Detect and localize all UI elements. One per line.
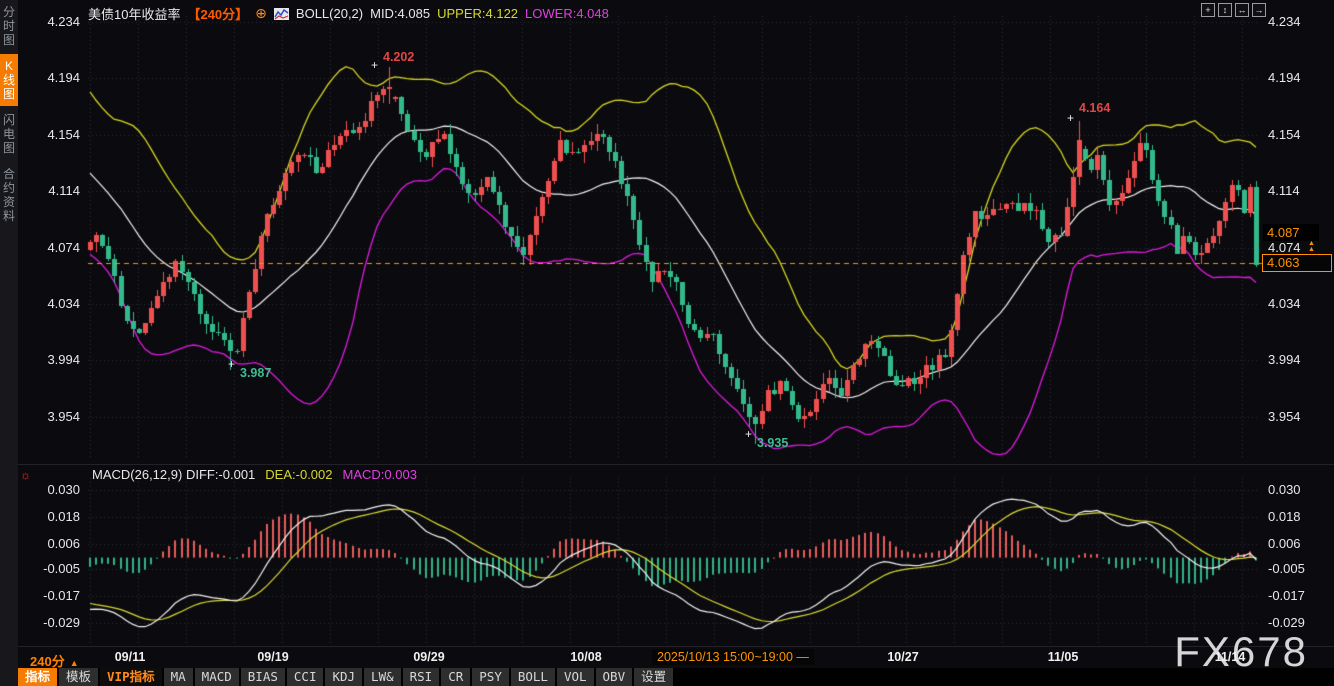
toolbar-item-9[interactable]: RSI [403, 668, 440, 686]
highlighted-datetime-label: 2025/10/13 15:00~19:00 — [652, 649, 814, 665]
sidebar-tab-1[interactable]: K线图 [0, 54, 18, 106]
trading-app: 分时图 K线图闪电图合约资料 美债10年收益率 【240分】 ⊕ BOLL(20,… [0, 0, 1334, 686]
price-axis-label: 4.114 [22, 183, 80, 198]
date-axis-label: 09/19 [257, 650, 288, 664]
toolbar-item-8[interactable]: LW& [364, 668, 401, 686]
sidebar-tab-2[interactable]: 闪电图 [0, 108, 18, 160]
price-chart-canvas[interactable] [0, 0, 1334, 686]
extreme-cross-icon: + [228, 357, 235, 371]
toolbar-item-10[interactable]: CR [441, 668, 470, 686]
price-axis-label: 3.954 [1268, 409, 1326, 424]
price-axis-label: 3.954 [22, 409, 80, 424]
date-axis-label: 10/08 [570, 650, 601, 664]
price-axis-label: 4.154 [22, 127, 80, 142]
price-axis-label: 4.034 [1268, 296, 1326, 311]
chevron-up-icon: ▲ [70, 658, 79, 668]
macd-axis-label: -0.005 [22, 561, 80, 576]
macd-axis-label: 0.030 [22, 482, 80, 497]
toolbar-item-15[interactable]: 设置 [634, 668, 673, 686]
price-extreme-label: 4.202 [383, 50, 414, 64]
toolbar-item-4[interactable]: MACD [195, 668, 239, 686]
toolbar-item-2[interactable]: VIP指标 [100, 668, 162, 686]
extreme-cross-icon: + [371, 58, 378, 72]
boll-upper-value: UPPER:4.122 [437, 6, 518, 21]
macd-settings-icon[interactable]: ☼ [20, 468, 31, 482]
price-axis-label: 4.034 [22, 296, 80, 311]
macd-axis-label: -0.029 [22, 615, 80, 630]
boll-label: BOLL(20,2) [296, 6, 363, 21]
price-axis-label: 4.114 [1268, 183, 1326, 198]
current-price-tag: 4.063 [1262, 254, 1332, 272]
toolbar-item-12[interactable]: BOLL [511, 668, 555, 686]
macd-axis-label: 0.018 [1268, 509, 1326, 524]
indicator-toolbar: 指标模板VIP指标MAMACDBIASCCIKDJLW&RSICRPSYBOLL… [18, 668, 1334, 686]
macd-header: MACD(26,12,9) DIFF:-0.001 DEA:-0.002 MAC… [92, 467, 417, 482]
boll-lower-value: LOWER:4.048 [525, 6, 609, 21]
price-extreme-label: 3.935 [757, 436, 788, 450]
price-axis-label: 4.074 [1268, 240, 1326, 255]
toolbar-item-13[interactable]: VOL [557, 668, 594, 686]
pan-icon[interactable]: + [1201, 3, 1215, 17]
toolbar-item-7[interactable]: KDJ [325, 668, 362, 686]
toolbar-item-5[interactable]: BIAS [241, 668, 285, 686]
date-axis-label: 11/05 [1048, 650, 1079, 664]
price-axis-label: 4.194 [1268, 70, 1326, 85]
price-up-arrows-icon: ▲▲ [1308, 241, 1315, 253]
macd-diff-value: DIFF:-0.001 [186, 467, 255, 482]
date-axis-label: 10/27 [887, 650, 918, 664]
chart-type-sidebar: 分时图 K线图闪电图合约资料 [0, 0, 18, 686]
toolbar-item-14[interactable]: OBV [596, 668, 633, 686]
macd-axis-label: -0.017 [1268, 588, 1326, 603]
price-axis-label: 3.994 [22, 352, 80, 367]
price-chart-header: 美债10年收益率 【240分】 ⊕ BOLL(20,2) MID:4.085 U… [88, 4, 609, 23]
macd-axis-label: 0.006 [1268, 536, 1326, 551]
symbol-title: 美债10年收益率 [88, 4, 180, 23]
period-tag: 【240分】 [187, 4, 248, 23]
macd-title: MACD(26,12,9) [92, 467, 182, 482]
toolbar-item-0[interactable]: 指标 [18, 668, 57, 686]
reference-price-tag: 4.087 [1263, 224, 1319, 241]
pane-divider [18, 646, 1334, 647]
chart-view-controls: +↕↔→ [1201, 3, 1266, 17]
date-axis-label: 11/14 [1215, 650, 1246, 664]
extreme-cross-icon: + [1067, 111, 1074, 125]
macd-axis-label: 0.006 [22, 536, 80, 551]
date-axis-label: 09/11 [115, 650, 146, 664]
boll-indicator-icon[interactable] [274, 8, 289, 20]
price-axis-label: 4.154 [1268, 127, 1326, 142]
restore-view-icon[interactable]: → [1252, 3, 1266, 17]
macd-axis-label: -0.005 [1268, 561, 1326, 576]
extreme-cross-icon: + [745, 427, 752, 441]
toolbar-item-3[interactable]: MA [164, 668, 193, 686]
macd-axis-label: 0.018 [22, 509, 80, 524]
macd-macd-value: MACD:0.003 [343, 467, 417, 482]
scale-y-axis-icon[interactable]: ↕ [1218, 3, 1232, 17]
macd-dea-value: DEA:-0.002 [265, 467, 332, 482]
price-axis-label: 4.074 [22, 240, 80, 255]
toolbar-item-1[interactable]: 模板 [59, 668, 98, 686]
price-extreme-label: 3.987 [240, 366, 271, 380]
sidebar-tab-0[interactable]: 分时图 [0, 0, 18, 52]
price-axis-label: 4.234 [22, 14, 80, 29]
price-extreme-label: 4.164 [1079, 101, 1110, 115]
macd-axis-label: -0.017 [22, 588, 80, 603]
macd-axis-label: 0.030 [1268, 482, 1326, 497]
scale-x-axis-icon[interactable]: ↔ [1235, 3, 1249, 17]
price-axis-label: 4.234 [1268, 14, 1326, 29]
boll-mid-value: MID:4.085 [370, 6, 430, 21]
pane-divider [18, 464, 1334, 465]
toolbar-item-6[interactable]: CCI [287, 668, 324, 686]
price-axis-label: 4.194 [22, 70, 80, 85]
sidebar-tab-3[interactable]: 合约资料 [0, 162, 18, 228]
price-axis-label: 3.994 [1268, 352, 1326, 367]
toolbar-item-11[interactable]: PSY [472, 668, 509, 686]
date-axis-label: 09/29 [413, 650, 444, 664]
add-indicator-icon[interactable]: ⊕ [255, 7, 267, 20]
